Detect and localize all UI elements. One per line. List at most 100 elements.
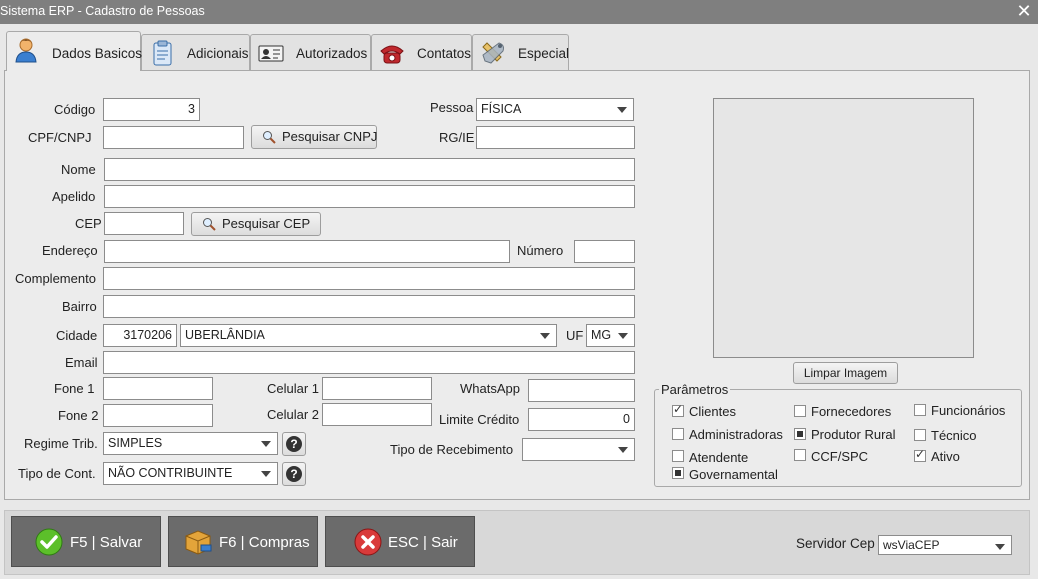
tab-label: Adicionais [187, 46, 249, 61]
endereco-label: Endereço [42, 243, 98, 258]
id-card-icon [258, 45, 284, 62]
fornecedores-label: Fornecedores [811, 404, 892, 419]
button-label: Pesquisar CNPJ [282, 129, 378, 144]
tab-autorizados[interactable]: Autorizados [250, 34, 371, 70]
tab-label: Contatos [417, 46, 472, 61]
apelido-label: Apelido [52, 189, 96, 204]
celular2-field[interactable] [322, 403, 432, 426]
apelido-field[interactable] [104, 185, 635, 208]
regime-help-button[interactable]: ? [282, 432, 306, 456]
help-icon: ? [286, 466, 302, 482]
tipo-recebimento-label: Tipo de Recebimento [390, 442, 514, 457]
bairro-field[interactable] [103, 295, 635, 318]
administradoras-checkbox[interactable] [672, 428, 684, 440]
pessoa-select[interactable]: FÍSICA [476, 98, 634, 121]
bairro-label: Bairro [62, 299, 97, 314]
celular1-label: Celular 1 [267, 381, 320, 396]
tab-dados-basicos[interactable]: Dados Basicos [6, 31, 143, 71]
person-icon [15, 38, 37, 63]
clientes-label: Clientes [689, 404, 736, 419]
tab-especial[interactable]: Especial [472, 34, 569, 70]
button-label: F6 | Compras [219, 534, 310, 551]
tipo-cont-help-button[interactable]: ? [282, 462, 306, 486]
atendente-label: Atendente [689, 450, 749, 465]
fone1-field[interactable] [103, 377, 213, 400]
fone2-label: Fone 2 [58, 408, 99, 423]
tipo-cont-label: Tipo de Cont. [18, 466, 96, 481]
cep-field[interactable] [104, 212, 184, 235]
pessoa-label: Pessoa [430, 100, 474, 115]
tab-label: Dados Basicos [52, 46, 143, 61]
governamental-label: Governamental [689, 467, 778, 482]
button-label: Limpar Imagem [803, 366, 888, 380]
email-field[interactable] [103, 351, 635, 374]
tab-contatos[interactable]: Contatos [371, 34, 472, 70]
fornecedores-checkbox[interactable] [794, 405, 806, 417]
button-label: F5 | Salvar [70, 534, 143, 551]
nome-label: Nome [61, 162, 96, 177]
button-label: Pesquisar CEP [222, 216, 311, 231]
parametros-legend: Parâmetros [661, 382, 729, 397]
uf-select[interactable]: MG [586, 324, 635, 347]
tecnico-checkbox[interactable] [914, 429, 926, 441]
funcionarios-checkbox[interactable] [914, 404, 926, 416]
funcionarios-label: Funcionários [931, 403, 1006, 418]
produtor-rural-label: Produtor Rural [811, 427, 896, 442]
clientes-checkbox[interactable] [672, 402, 684, 417]
telephone-icon [380, 45, 404, 64]
ativo-checkbox[interactable] [914, 447, 926, 462]
clipboard-icon [153, 40, 172, 66]
cpf-field[interactable] [103, 126, 244, 149]
limpar-imagem-button[interactable]: Limpar Imagem [793, 362, 898, 384]
whatsapp-label: WhatsApp [460, 381, 520, 396]
box-cart-icon [185, 530, 212, 555]
cidade-select[interactable]: UBERLÂNDIA [180, 324, 557, 347]
servidor-cep-label: Servidor Cep [796, 536, 875, 551]
sair-button[interactable]: ESC | Sair [325, 516, 475, 567]
close-icon[interactable]: ✕ [1014, 1, 1034, 21]
codigo-field[interactable]: 3 [103, 98, 200, 121]
tab-adicionais[interactable]: Adicionais [141, 34, 250, 70]
pesquisar-cep-button[interactable]: Pesquisar CEP [191, 212, 321, 236]
close-circle-icon [354, 528, 382, 556]
photo-area[interactable] [713, 98, 974, 358]
complemento-field[interactable] [103, 267, 635, 290]
servidor-cep-select[interactable]: wsViaCEP [878, 535, 1012, 555]
cep-label: CEP [75, 216, 102, 231]
limite-credito-label: Limite Crédito [439, 412, 520, 427]
celular2-label: Celular 2 [267, 407, 320, 422]
pesquisar-cnpj-button[interactable]: Pesquisar CNPJ [251, 125, 377, 149]
fone1-label: Fone 1 [54, 381, 95, 396]
ativo-label: Ativo [931, 449, 960, 464]
ccf-spc-checkbox[interactable] [794, 449, 806, 461]
governamental-checkbox[interactable] [672, 467, 684, 479]
complemento-label: Complemento [15, 271, 96, 286]
celular1-field[interactable] [322, 377, 432, 400]
regime-select[interactable]: SIMPLES [103, 432, 278, 455]
tipo-recebimento-select[interactable] [522, 438, 635, 461]
uf-label: UF [566, 328, 584, 343]
rg-field[interactable] [476, 126, 635, 149]
whatsapp-field[interactable] [528, 379, 635, 402]
endereco-field[interactable] [104, 240, 510, 263]
magnifier-icon [203, 218, 216, 231]
tab-label: Especial [518, 46, 570, 61]
button-label: ESC | Sair [388, 534, 458, 551]
salvar-button[interactable]: F5 | Salvar [11, 516, 161, 567]
codigo-label: Código [54, 102, 96, 117]
nome-field[interactable] [104, 158, 635, 181]
rg-label: RG/IE [439, 130, 475, 145]
cidade-code-field[interactable]: 3170206 [103, 324, 177, 347]
window-title: Sistema ERP - Cadastro de Pessoas [0, 4, 205, 18]
ccf-spc-label: CCF/SPC [811, 449, 869, 464]
atendente-checkbox[interactable] [672, 450, 684, 462]
regime-label: Regime Trib. [24, 436, 98, 451]
tipo-cont-select[interactable]: NÃO CONTRIBUINTE [103, 462, 278, 485]
numero-field[interactable] [574, 240, 635, 263]
limite-credito-field[interactable]: 0 [528, 408, 635, 431]
email-label: Email [65, 355, 98, 370]
produtor-rural-checkbox[interactable] [794, 428, 806, 440]
compras-button[interactable]: F6 | Compras [168, 516, 318, 567]
fone2-field[interactable] [103, 404, 213, 427]
cidade-label: Cidade [56, 328, 98, 343]
